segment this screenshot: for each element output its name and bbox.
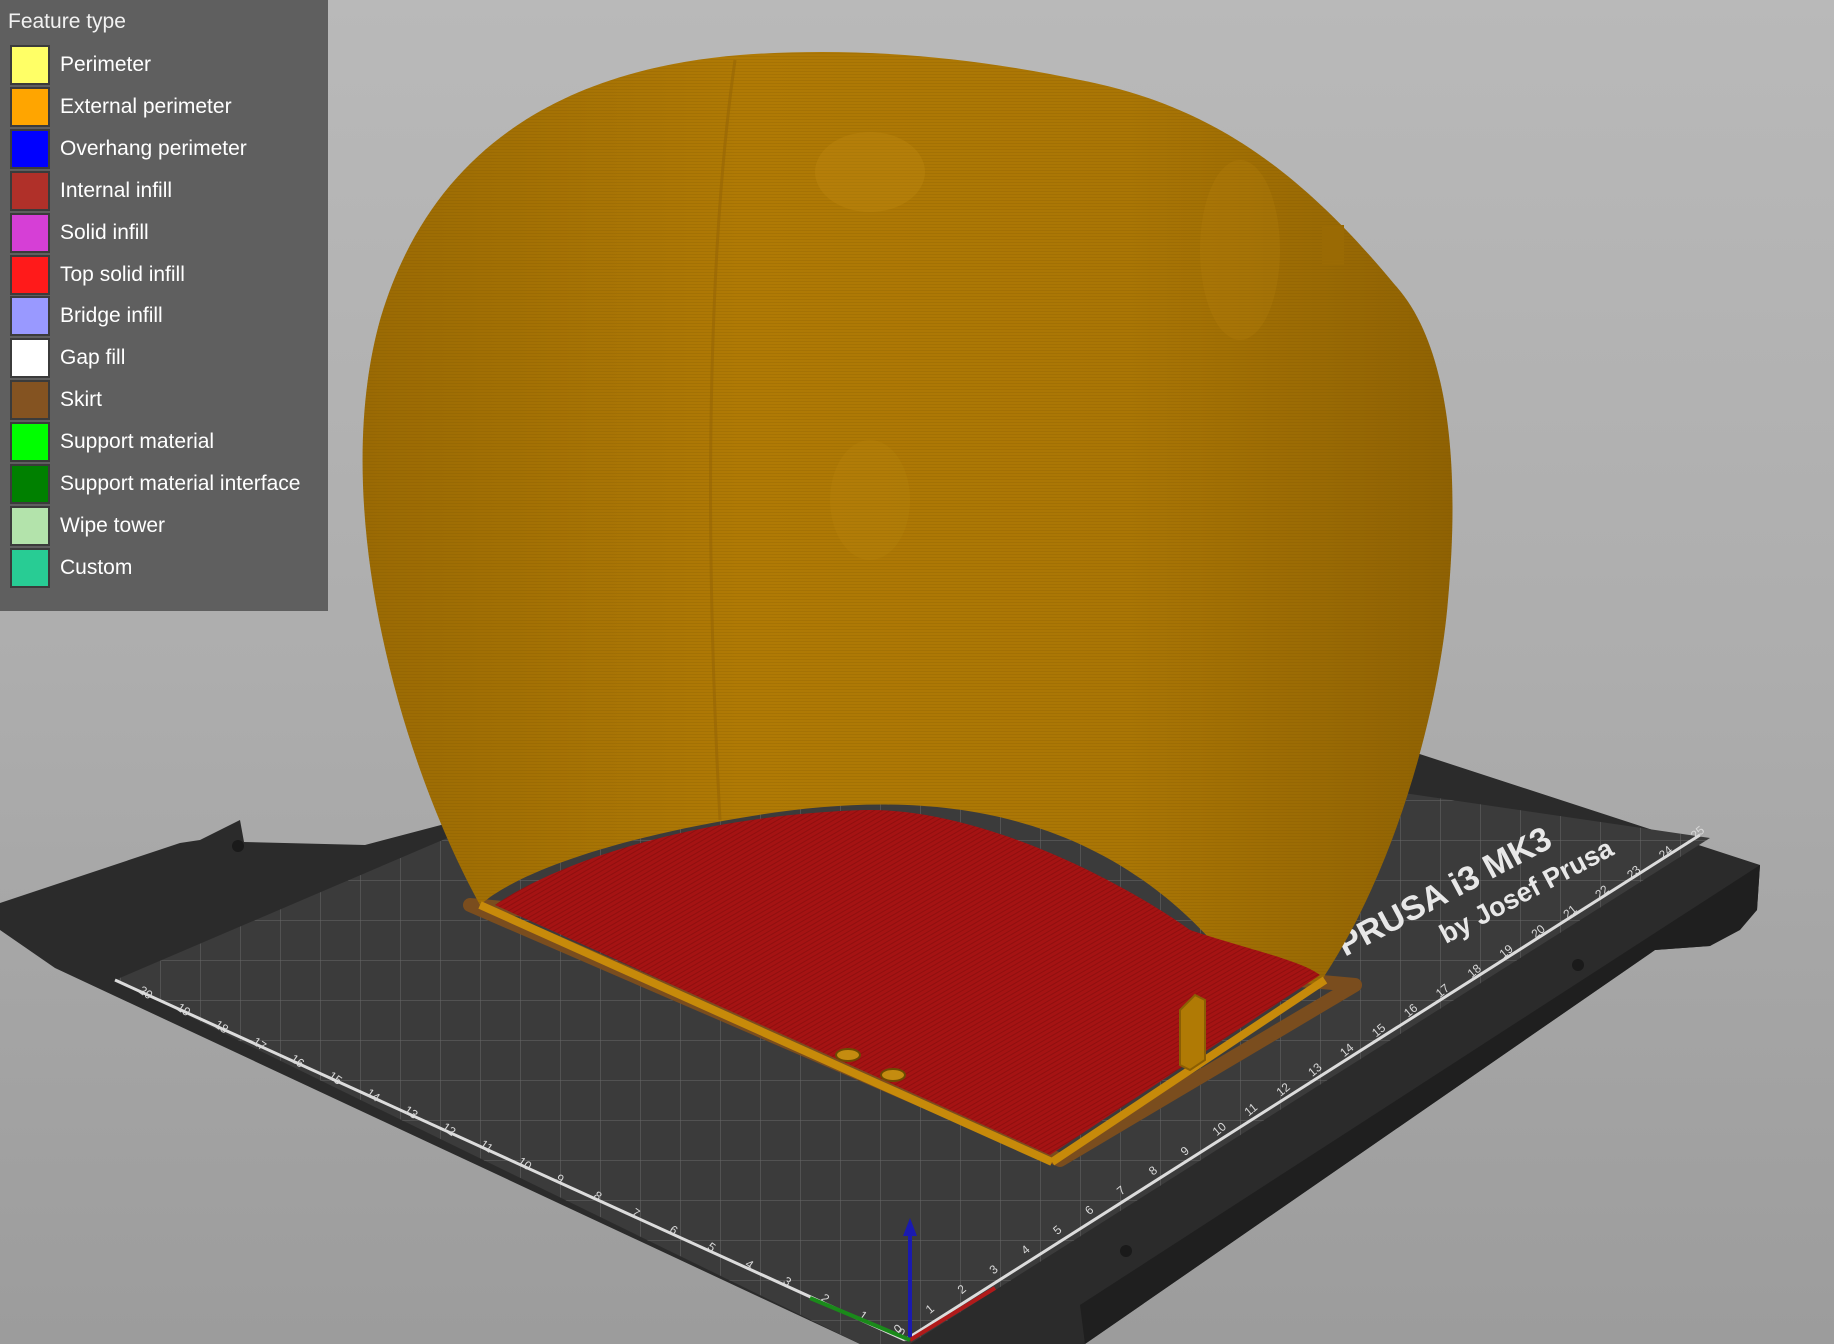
legend-swatch: [10, 45, 50, 85]
legend-item: Support material interface: [8, 463, 328, 507]
legend-item: Overhang perimeter: [8, 128, 328, 172]
legend-swatch: [10, 254, 50, 295]
legend-item: External perimeter: [8, 86, 328, 130]
model-hole: [880, 1068, 906, 1082]
legend-swatch: [10, 464, 50, 504]
legend-label: Top solid infill: [60, 262, 185, 286]
legend-swatch: [10, 212, 50, 253]
legend-label: Perimeter: [60, 53, 152, 76]
legend-swatch: [10, 86, 50, 127]
legend-swatch: [10, 505, 50, 546]
legend-label: Skirt: [60, 388, 102, 412]
legend-swatch: [10, 170, 50, 211]
model-tab-notch: [1322, 225, 1344, 265]
legend-label: Bridge infill: [60, 304, 163, 328]
bed-screw: [232, 840, 244, 852]
bed-screw: [1120, 1245, 1132, 1257]
model-facet-highlight: [1200, 160, 1280, 340]
legend-label: Support material interface: [60, 472, 301, 495]
legend-label: Internal infill: [60, 178, 173, 202]
legend-label: Solid infill: [60, 220, 149, 244]
bed-screw: [1572, 959, 1584, 971]
legend-item: Skirt: [8, 379, 328, 423]
legend-item: Wipe tower: [8, 505, 328, 549]
legend-label: Overhang perimeter: [60, 136, 247, 160]
legend-item: Top solid infill: [8, 254, 328, 298]
feature-type-legend: Feature type Perimeter External perimeter…: [0, 0, 328, 611]
legend-title: Feature type: [8, 10, 126, 33]
model-facet-highlight: [815, 132, 925, 212]
legend-label: Support material: [60, 430, 215, 454]
legend-label: Custom: [60, 555, 133, 579]
legend-item: Support material: [8, 421, 328, 465]
legend-label: Gap fill: [60, 346, 126, 370]
model-hole: [835, 1048, 861, 1062]
legend-swatch: [10, 296, 50, 337]
legend-swatch: [10, 338, 50, 379]
legend-item: Custom: [8, 547, 328, 591]
legend-swatch: [10, 547, 50, 588]
legend-item: Perimeter: [8, 44, 328, 88]
legend-label: External perimeter: [60, 94, 232, 118]
legend-item: Gap fill: [8, 337, 328, 381]
model-vertical-tab: [1179, 993, 1206, 1072]
legend-swatch: [10, 380, 50, 421]
model-facet-highlight: [830, 440, 910, 560]
legend-item: Internal infill: [8, 170, 328, 214]
legend-label: Wipe tower: [60, 513, 166, 537]
legend-item: Bridge infill: [8, 295, 328, 339]
legend-swatch: [10, 128, 50, 169]
legend-swatch: [10, 422, 50, 463]
legend-item: Solid infill: [8, 212, 328, 256]
